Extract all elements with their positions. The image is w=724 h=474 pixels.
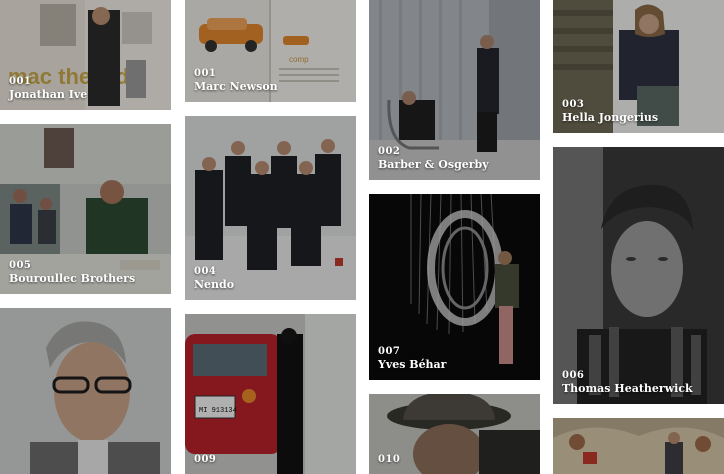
tile-number: 001 (194, 68, 217, 79)
tile-number: 006 (562, 370, 585, 381)
tile-hella-jongerius[interactable]: 003 Hella Jongerius (553, 0, 724, 133)
designer-name: Hella Jongerius (562, 111, 659, 124)
tile-caption: 003 Hella Jongerius (562, 99, 658, 125)
tile-number: 009 (194, 454, 217, 465)
tile-number: 007 (378, 346, 401, 357)
tile-nendo[interactable]: 004 Nendo (185, 116, 356, 300)
tile-barber-osgerby[interactable]: 002 Barber & Osgerby (369, 0, 540, 180)
tile-number: 002 (378, 146, 401, 157)
tile-caption: 001 Marc Newson (194, 68, 278, 94)
tile-overlay (0, 308, 171, 474)
tile-jonathan-ive[interactable]: mac the lad 001 Jonathan Ive (0, 0, 171, 110)
tile-overlay (185, 314, 356, 474)
tile-caption: 006 Thomas Heatherwick (562, 370, 693, 396)
designer-name: Jonathan Ive (9, 88, 88, 101)
tile-overlay (553, 147, 724, 404)
tile-marc-newson[interactable]: comp 001 Marc Newson (185, 0, 356, 102)
tile-yves-behar[interactable]: 007 Yves Béhar (369, 194, 540, 380)
tile-caption: 007 Yves Béhar (378, 346, 446, 372)
tile-number: 010 (378, 454, 401, 465)
tile-thomas-heatherwick[interactable]: 006 Thomas Heatherwick (553, 147, 724, 404)
tile-number: 003 (562, 99, 585, 110)
designer-name: Barber & Osgerby (378, 158, 489, 171)
tile-caption: 002 Barber & Osgerby (378, 146, 489, 172)
tile-caption: 005 Bouroullec Brothers (9, 260, 135, 286)
tile-overlay (553, 418, 724, 474)
designer-name: Bouroullec Brothers (9, 272, 136, 285)
tile-number: 005 (9, 260, 32, 271)
tile-number: 004 (194, 266, 217, 277)
tile-red-car[interactable]: MI 913134 009 (185, 314, 356, 474)
designer-name: Nendo (194, 278, 235, 291)
tile-caption: 001 Jonathan Ive (9, 76, 87, 102)
designer-name: Marc Newson (194, 80, 278, 93)
tile-man-in-hat[interactable]: 010 (369, 394, 540, 474)
tile-bouroullec-brothers[interactable]: 005 Bouroullec Brothers (0, 124, 171, 294)
tile-ornate-ceiling[interactable] (553, 418, 724, 474)
designer-grid: mac the lad 001 Jonathan Ive comp 001 Ma… (0, 0, 724, 474)
tile-grey-haired-man[interactable] (0, 308, 171, 474)
designer-name: Thomas Heatherwick (562, 382, 693, 395)
tile-number: 001 (9, 76, 32, 87)
tile-caption: 009 (194, 454, 216, 466)
designer-name: Yves Béhar (378, 358, 447, 371)
tile-caption: 004 Nendo (194, 266, 234, 292)
tile-caption: 010 (378, 454, 400, 466)
